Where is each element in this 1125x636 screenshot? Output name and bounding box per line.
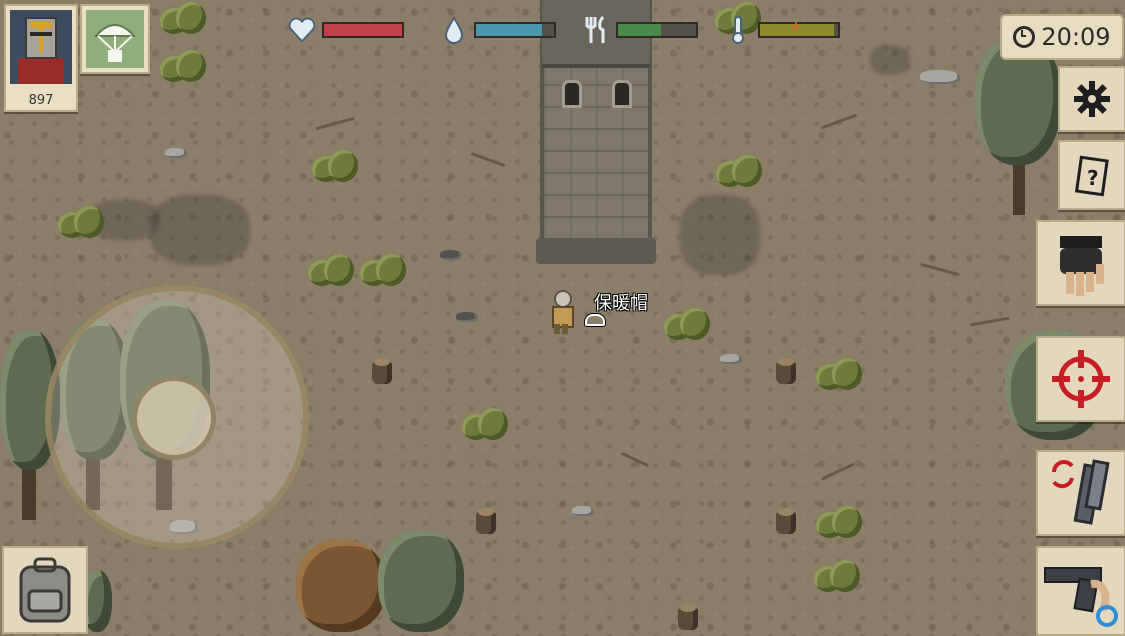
bush	[312, 150, 358, 182]
rock	[440, 250, 462, 260]
dead-branch	[470, 151, 506, 168]
dead-branch	[821, 462, 855, 481]
bush	[160, 50, 206, 82]
water-drop-icon	[440, 16, 468, 44]
tree	[975, 35, 1065, 215]
bush	[716, 155, 762, 187]
autumn-tree	[296, 540, 386, 632]
game-clock: 20:09	[1000, 14, 1124, 60]
tree-stump	[770, 506, 804, 536]
fist-glove-icon	[1060, 236, 1104, 296]
clock-time: 20:09	[1041, 23, 1111, 51]
hunger-stat	[582, 16, 698, 44]
hunger-bar	[616, 22, 698, 38]
temperature-bar: +	[758, 19, 840, 38]
inventory-button[interactable]	[2, 546, 88, 634]
switch-weapon-button[interactable]	[1036, 546, 1125, 636]
settings-button[interactable]	[1058, 66, 1125, 132]
health-bar-fill	[324, 24, 402, 36]
tree-stump	[366, 356, 400, 386]
dead-grass-patch	[680, 195, 760, 275]
aim-button[interactable]	[1036, 336, 1125, 422]
bush	[816, 506, 862, 538]
rock	[920, 70, 960, 84]
notepad-icon: ?	[1074, 155, 1109, 197]
ground-item-label[interactable]: 保暖帽	[594, 289, 648, 315]
rock	[572, 506, 594, 516]
clock-icon	[1013, 26, 1036, 48]
fork-knife-icon	[582, 16, 610, 44]
tree	[378, 530, 464, 632]
quests-button[interactable]: ?	[1058, 140, 1125, 210]
bush	[664, 308, 710, 340]
dead-grass-patch	[870, 45, 910, 75]
dead-branch	[620, 451, 650, 468]
parachute-airdrop-icon	[86, 10, 144, 68]
player-character	[548, 290, 574, 336]
tree-stump	[770, 356, 804, 386]
bush	[58, 206, 104, 238]
temperature-marker: +	[790, 19, 802, 35]
tower-base	[536, 238, 656, 264]
bush	[816, 358, 862, 390]
melee-attack-button[interactable]	[1036, 220, 1125, 306]
dead-grass-patch	[150, 195, 250, 265]
hunger-bar-fill	[618, 24, 661, 36]
warm-hat-icon[interactable]	[585, 314, 605, 326]
reload-button[interactable]	[1036, 450, 1125, 536]
rock	[720, 354, 742, 364]
player-score: 897	[28, 93, 54, 108]
health-stat	[288, 16, 404, 44]
pistol-icon	[1044, 567, 1118, 627]
thirst-bar	[474, 22, 556, 38]
rock	[456, 312, 478, 322]
dead-branch	[315, 116, 355, 131]
thirst-bar-fill	[476, 24, 543, 36]
tower-window	[562, 80, 582, 108]
dead-branch	[920, 262, 960, 277]
heart-icon	[288, 16, 316, 44]
player-portrait[interactable]: 897	[4, 4, 78, 112]
bush	[360, 254, 406, 286]
tree-stump	[470, 506, 504, 536]
bush	[160, 2, 206, 34]
thermometer-icon	[724, 16, 752, 44]
rock	[165, 148, 187, 158]
svg-text:?: ?	[1087, 166, 1099, 190]
bush	[814, 560, 860, 592]
bush	[462, 408, 508, 440]
temperature-stat: +	[724, 16, 840, 44]
bush	[308, 254, 354, 286]
dead-branch	[970, 316, 1010, 327]
thirst-stat	[440, 16, 556, 44]
crosshair-icon	[1052, 350, 1110, 408]
gear-icon	[1074, 81, 1110, 117]
dead-branch	[820, 113, 858, 130]
joystick-knob[interactable]	[132, 376, 216, 460]
tree-stump	[672, 602, 706, 632]
health-bar	[322, 22, 404, 38]
tower-window	[612, 80, 632, 108]
magazine-reload-icon	[1052, 459, 1110, 525]
airdrop-ability-button[interactable]	[80, 4, 150, 74]
backpack-icon	[19, 557, 71, 623]
crusader-helmet-portrait	[10, 10, 72, 84]
